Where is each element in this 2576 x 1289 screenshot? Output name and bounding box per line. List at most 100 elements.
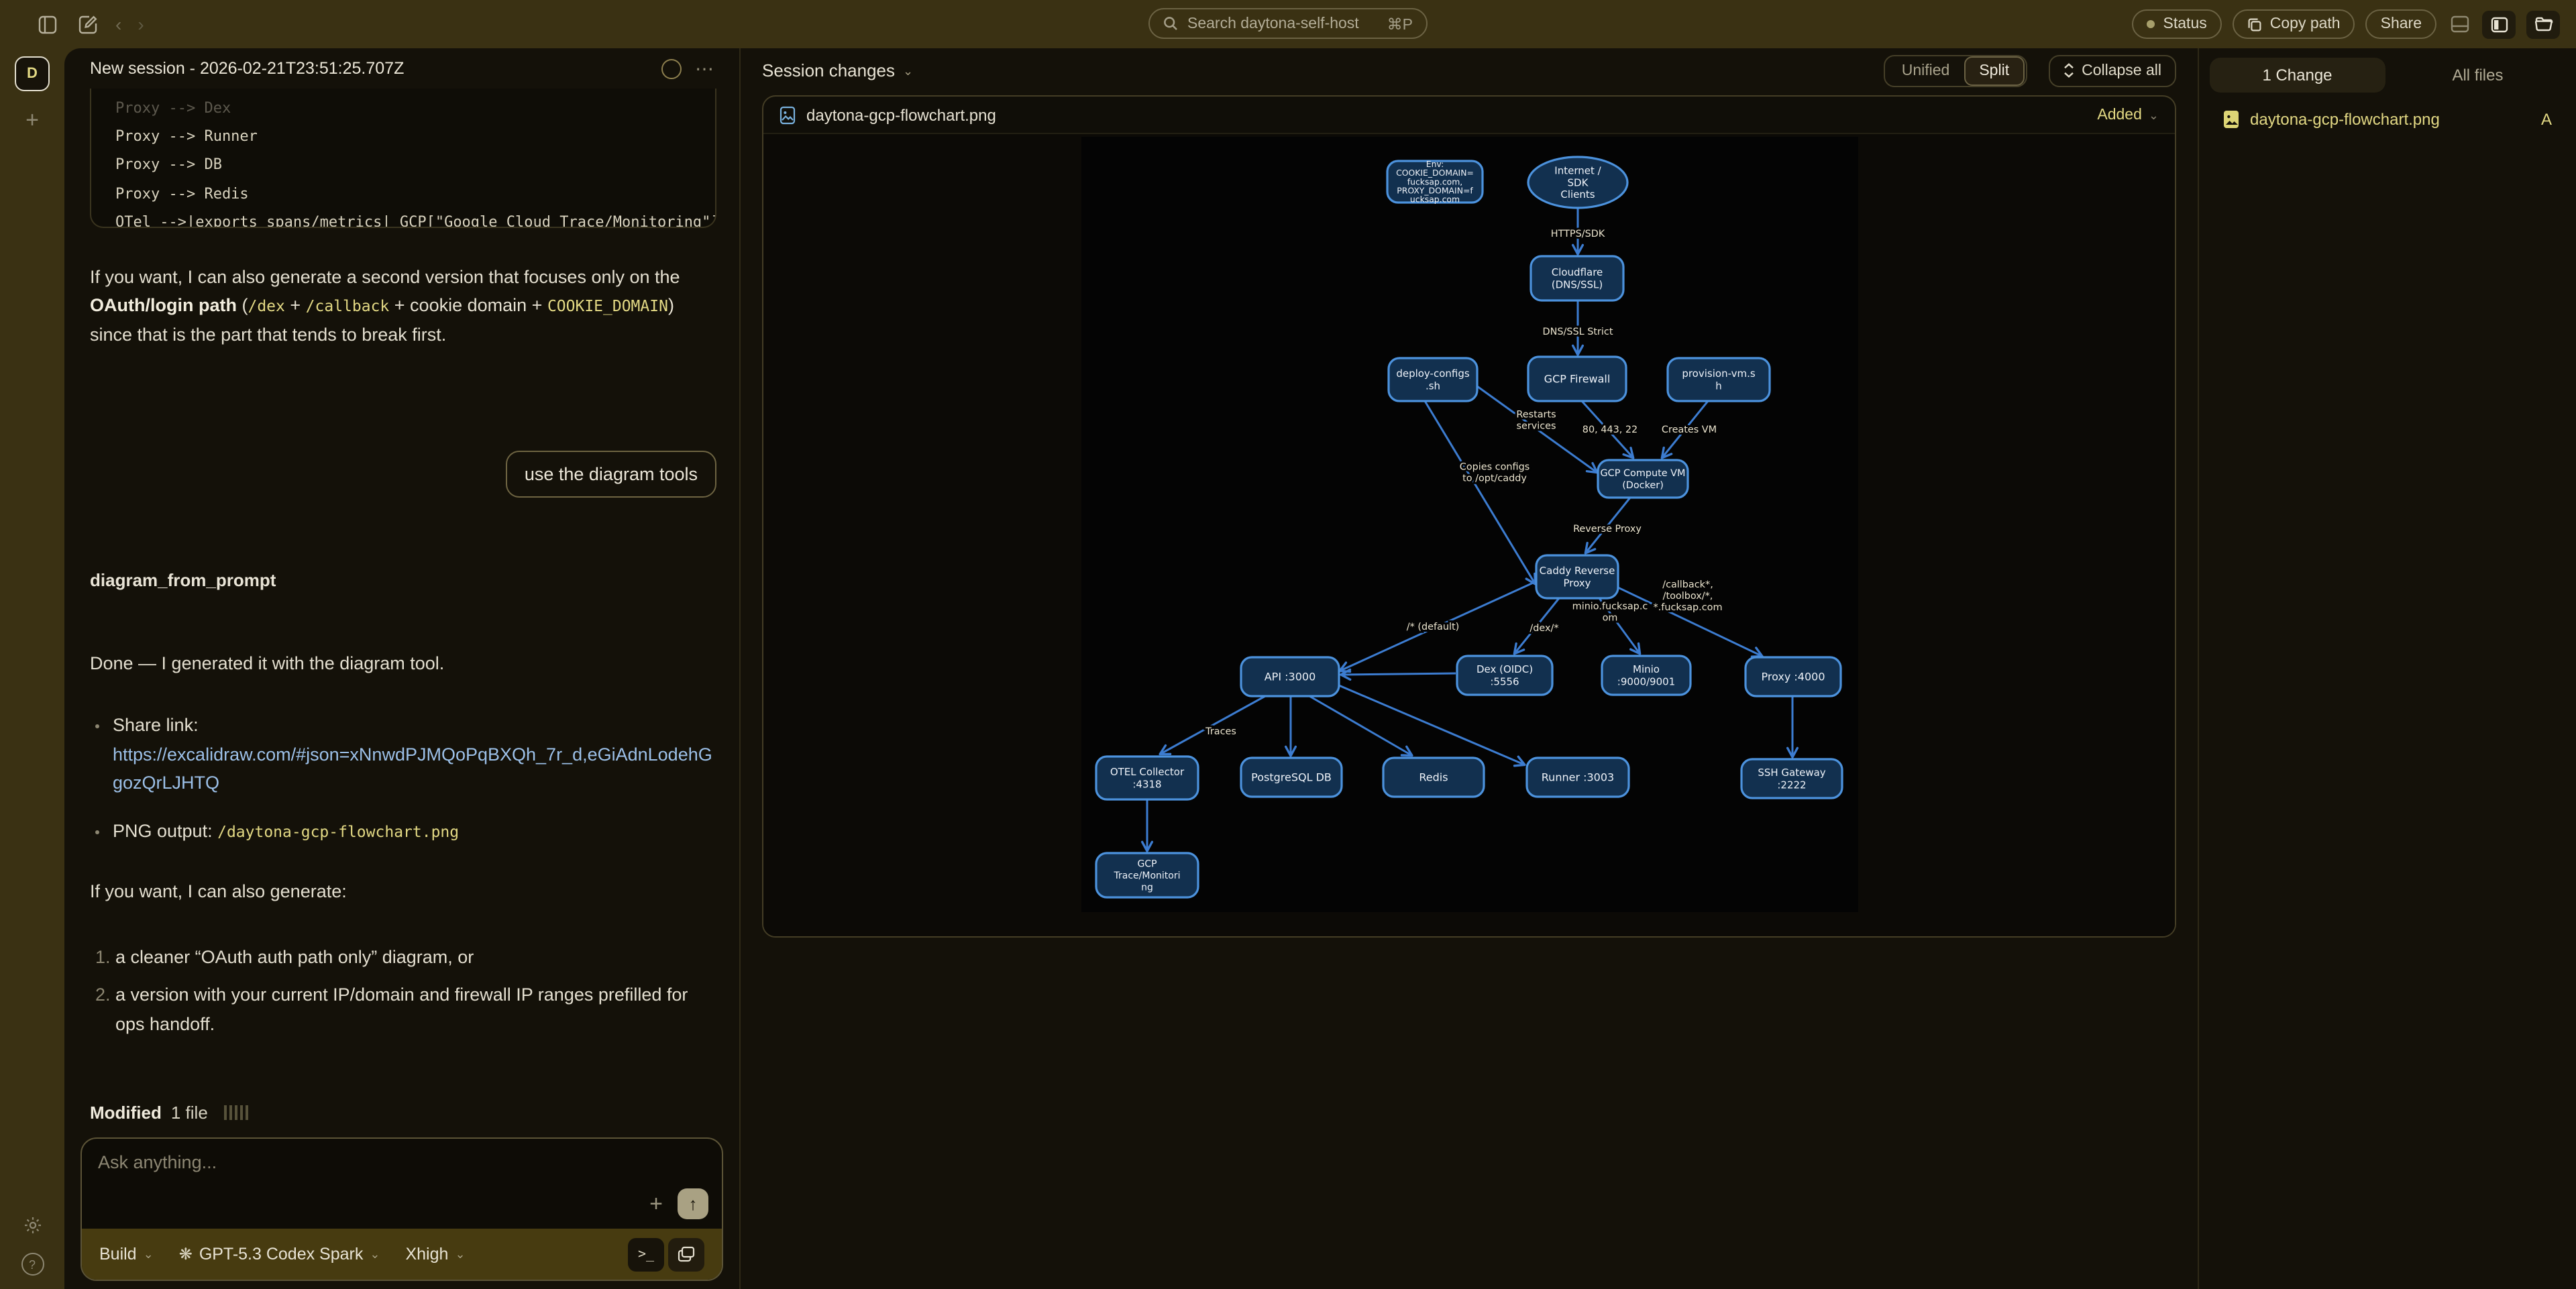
tab-all-files[interactable]: All files: [2390, 58, 2565, 93]
workspace-avatar[interactable]: D: [15, 56, 50, 91]
flowchart-edge-label: Creates VM: [1661, 425, 1716, 435]
new-session-icon[interactable]: [75, 12, 99, 36]
result-list: Share link: https://excalidraw.com/#json…: [90, 712, 716, 847]
flowchart-edge-label: minio.fucksap.com: [1572, 601, 1648, 623]
collapse-all-button[interactable]: Collapse all: [2048, 54, 2176, 87]
split-tab[interactable]: Split: [1964, 56, 2024, 85]
sidebar-toggle-icon[interactable]: [35, 12, 59, 36]
composer-input[interactable]: Ask anything... + ↑: [82, 1139, 722, 1229]
search-placeholder: Search daytona-self-host: [1187, 15, 1359, 32]
model-label: GPT-5.3 Codex Spark: [199, 1245, 364, 1264]
share-label: Share: [2381, 16, 2422, 32]
folder-icon[interactable]: [2526, 10, 2560, 38]
forward-icon[interactable]: ›: [138, 15, 144, 34]
flowchart-edge: [1160, 696, 1265, 754]
composer: Ask anything... + ↑ Build ⌄ ❋: [80, 1137, 723, 1281]
text-segment-t: + cookie domain +: [389, 296, 547, 316]
session-spinner-icon: [661, 58, 682, 78]
help-icon[interactable]: ?: [21, 1253, 44, 1276]
attach-plus-icon[interactable]: +: [649, 1192, 663, 1215]
generate-options-list: a cleaner “OAuth auth path only” diagram…: [90, 943, 716, 1038]
text-segment-code: COOKIE_DOMAIN: [547, 297, 668, 316]
composer-footer: Build ⌄ ❋ GPT-5.3 Codex Spark ⌄ Xhigh ⌄: [82, 1229, 722, 1280]
app-window: ‹ › Search daytona-self-host ⌘P Status C…: [0, 0, 2576, 1289]
text-segment-code: /daytona-gcp-flowchart.png: [217, 823, 459, 842]
flowchart-edge: [1338, 685, 1523, 765]
diff-title[interactable]: Session changes: [762, 60, 895, 80]
modified-summary[interactable]: Modified 1 file: [90, 1099, 716, 1127]
tab-changes[interactable]: 1 Change: [2210, 58, 2385, 93]
search-input[interactable]: Search daytona-self-host ⌘P: [1148, 8, 1428, 39]
session-title: New session - 2026-02-21T23:51:25.707Z: [90, 59, 404, 78]
flowchart-edge: [1341, 673, 1455, 675]
flowchart-svg: HTTPS/SDKDNS/SSL Strict80, 443, 22Create…: [1081, 137, 1858, 912]
composer-actions: + ↑: [649, 1188, 708, 1219]
chevron-down-icon: ⌄: [144, 1247, 154, 1261]
file-name: daytona-gcp-flowchart.png: [806, 105, 996, 124]
share-link-item[interactable]: Share link: https://excalidraw.com/#json…: [113, 712, 716, 797]
assistant-done-line: Done — I generated it with the diagram t…: [90, 649, 716, 677]
status-button[interactable]: Status: [2133, 9, 2222, 39]
multi-window-button[interactable]: [668, 1237, 704, 1271]
code-block: Proxy --> DexProxy --> RunnerProxy --> D…: [90, 89, 716, 229]
chevron-down-icon: ⌄: [2149, 108, 2159, 121]
flowchart-node-label: Proxy :4000: [1760, 671, 1824, 683]
send-button[interactable]: ↑: [678, 1188, 708, 1219]
model-dropdown[interactable]: ❋ GPT-5.3 Codex Spark ⌄: [179, 1245, 380, 1264]
file-status-dropdown[interactable]: Added ⌄: [2097, 107, 2159, 123]
rail-bottom: ?: [21, 1215, 44, 1289]
assistant-paragraph: If you want, I can also generate a secon…: [90, 264, 716, 349]
file-change-card: daytona-gcp-flowchart.png Added ⌄ HTTPS/…: [762, 95, 2176, 938]
file-status-label: Added: [2097, 107, 2142, 123]
settings-gear-icon[interactable]: [22, 1215, 42, 1235]
flowchart-edge-label: /callback*,/toolbox/*,*.fucksap.com: [1653, 579, 1722, 613]
file-name: daytona-gcp-flowchart.png: [2250, 110, 2440, 129]
titlebar: ‹ › Search daytona-self-host ⌘P Status C…: [0, 0, 2576, 48]
file-change-header[interactable]: daytona-gcp-flowchart.png Added ⌄: [763, 97, 2175, 134]
back-icon[interactable]: ‹: [115, 15, 121, 34]
flowchart-edge-label: DNS/SSL Strict: [1542, 327, 1613, 337]
generate-option: a version with your current IP/domain an…: [115, 981, 716, 1038]
flowchart-edge-label: 80, 443, 22: [1582, 425, 1637, 435]
diff-header: Session changes ⌄ Unified Split Collapse…: [741, 48, 2198, 93]
code-line: Proxy --> Dex: [115, 94, 696, 122]
flowchart-edge-label: Reverse Proxy: [1572, 524, 1641, 535]
flowchart-edge-label: Restartsservices: [1515, 409, 1555, 431]
flowchart-node-label: Cloudflare(DNS/SSL): [1551, 266, 1603, 290]
main-shell: D + ? New session - 2026-02-21T23:51:25.…: [0, 48, 2576, 1289]
code-line: Proxy --> Runner: [115, 122, 696, 150]
tool-call-name[interactable]: diagram_from_prompt: [90, 566, 716, 594]
flowchart-edge-label: Traces: [1204, 726, 1236, 737]
terminal-button[interactable]: >_: [628, 1237, 664, 1271]
code-line: Proxy --> Redis: [115, 179, 696, 207]
text-segment-code: /callback: [306, 297, 390, 316]
chat-panel: New session - 2026-02-21T23:51:25.707Z ⋯…: [64, 48, 741, 1289]
titlebar-left-actions: ‹ ›: [35, 12, 144, 36]
mode-dropdown[interactable]: Build ⌄: [99, 1245, 154, 1264]
diff-bars-icon: [224, 1105, 248, 1120]
image-file-icon: [2223, 110, 2239, 129]
status-dot-icon: [2147, 20, 2155, 28]
effort-dropdown[interactable]: Xhigh ⌄: [405, 1245, 465, 1264]
session-menu-icon[interactable]: ⋯: [695, 59, 714, 78]
new-workspace-icon[interactable]: +: [25, 109, 39, 131]
copy-path-button[interactable]: Copy path: [2233, 9, 2355, 39]
panel-toggle-icon[interactable]: [2482, 10, 2516, 38]
text-segment-code: /dex: [248, 297, 284, 316]
flowchart-node-label: PostgreSQL DB: [1250, 771, 1331, 784]
added-badge: A: [2541, 110, 2552, 129]
chat-messages[interactable]: Proxy --> DexProxy --> RunnerProxy --> D…: [64, 89, 739, 1127]
unified-tab[interactable]: Unified: [1887, 56, 1965, 85]
text-segment-link[interactable]: https://excalidraw.com/#json=xNnwdPJMQoP…: [113, 744, 712, 793]
rows-layout-icon[interactable]: [2447, 12, 2471, 36]
content-area: New session - 2026-02-21T23:51:25.707Z ⋯…: [64, 48, 2576, 1289]
file-list-item[interactable]: daytona-gcp-flowchart.png A: [2199, 110, 2576, 129]
share-button[interactable]: Share: [2366, 9, 2436, 39]
view-mode-toggle: Unified Split: [1884, 54, 2027, 87]
chat-header: New session - 2026-02-21T23:51:25.707Z ⋯: [64, 48, 739, 89]
search-shortcut: ⌘P: [1387, 14, 1413, 33]
collapse-all-label: Collapse all: [2082, 62, 2161, 78]
chevron-down-icon: ⌄: [370, 1247, 380, 1261]
left-rail: D + ?: [0, 48, 64, 1289]
collapse-chevrons-icon: [2063, 63, 2074, 78]
